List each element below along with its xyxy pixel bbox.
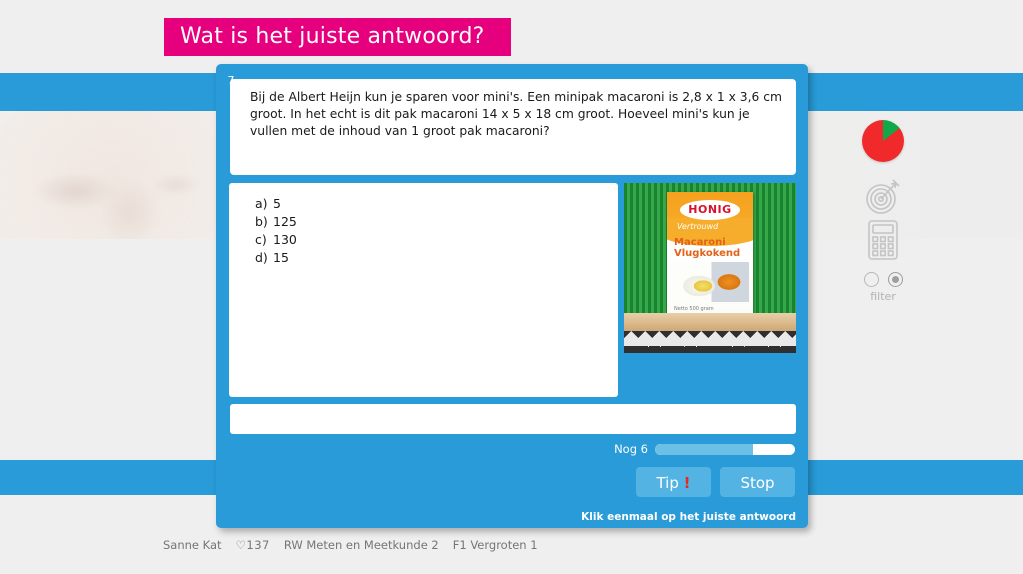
pie-chart-icon[interactable] [846,120,920,166]
option-c-letter: c) [255,232,267,247]
progress-label: Nog 6 [614,442,648,456]
footer-user: Sanne Kat [163,538,222,552]
filter-radio-off[interactable] [863,272,879,287]
option-b-value: 125 [273,214,297,229]
package-name-line2: Vlugkokend [674,248,741,259]
tip-button[interactable]: Tip ! [636,467,711,497]
package-tagline: Vertrouwd [677,222,719,231]
status-footer: Sanne Kat ♡137 RW Meten en Meetkunde 2 F… [163,538,538,552]
answer-options-panel: a) 5 b) 125 c) 130 d) 15 [229,183,618,397]
option-a[interactable]: a) 5 [255,195,618,213]
tool-rail: filter [846,112,920,312]
package-name-line1: Macaroni [674,237,726,248]
app-screen: Wat is het juiste antwoord? filter Bij d… [0,0,1023,574]
answer-input[interactable] [230,404,796,434]
macaroni-package: HONIG Vertrouwd Macaroni Vlugkokend Nett… [667,192,753,318]
question-box: Bij de Albert Heijn kun je sparen voor m… [230,79,796,175]
option-d-letter: d) [255,250,268,265]
progress-area: Nog 6 [614,442,795,456]
progress-bar [655,443,795,455]
footer-hearts: ♡137 [235,538,270,552]
quiz-dialog: 7 Bij de Albert Heijn kun je sparen voor… [216,64,808,528]
option-d-value: 15 [273,250,289,265]
target-icon[interactable] [846,176,920,220]
option-c-value: 130 [273,232,297,247]
option-b[interactable]: b) 125 [255,213,618,231]
filter-label: filter [870,290,896,303]
image-shelf [624,313,796,331]
instruction-hint: Klik eenmaal op het juiste antwoord [581,511,796,523]
progress-bar-fill [655,443,753,455]
stop-button[interactable]: Stop [720,467,795,497]
package-food-photo [671,262,749,302]
filter-radio-on[interactable] [887,272,903,287]
tip-exclamation: ! [683,474,691,492]
option-a-letter: a) [255,196,268,211]
option-a-value: 5 [273,196,281,211]
option-c[interactable]: c) 130 [255,231,618,249]
footer-course: RW Meten en Meetkunde 2 [283,538,439,552]
calculator-icon[interactable] [846,218,920,266]
package-fineprint: Netto 500 gram [674,306,714,312]
package-product-name: Macaroni Vlugkokend [674,237,740,259]
page-title: Wat is het juiste antwoord? [164,18,511,56]
option-b-letter: b) [255,214,268,229]
dialog-buttons: Tip ! Stop [636,467,795,497]
footer-lesson: F1 Vergroten 1 [452,538,538,552]
image-zigzag-border [624,331,796,353]
filter-control: filter [846,272,920,303]
package-brand: HONIG [680,200,740,220]
tip-label: Tip [656,474,679,492]
question-image: HONIG Vertrouwd Macaroni Vlugkokend Nett… [624,183,796,353]
option-d[interactable]: d) 15 [255,249,618,267]
question-text: Bij de Albert Heijn kun je sparen voor m… [250,90,782,138]
